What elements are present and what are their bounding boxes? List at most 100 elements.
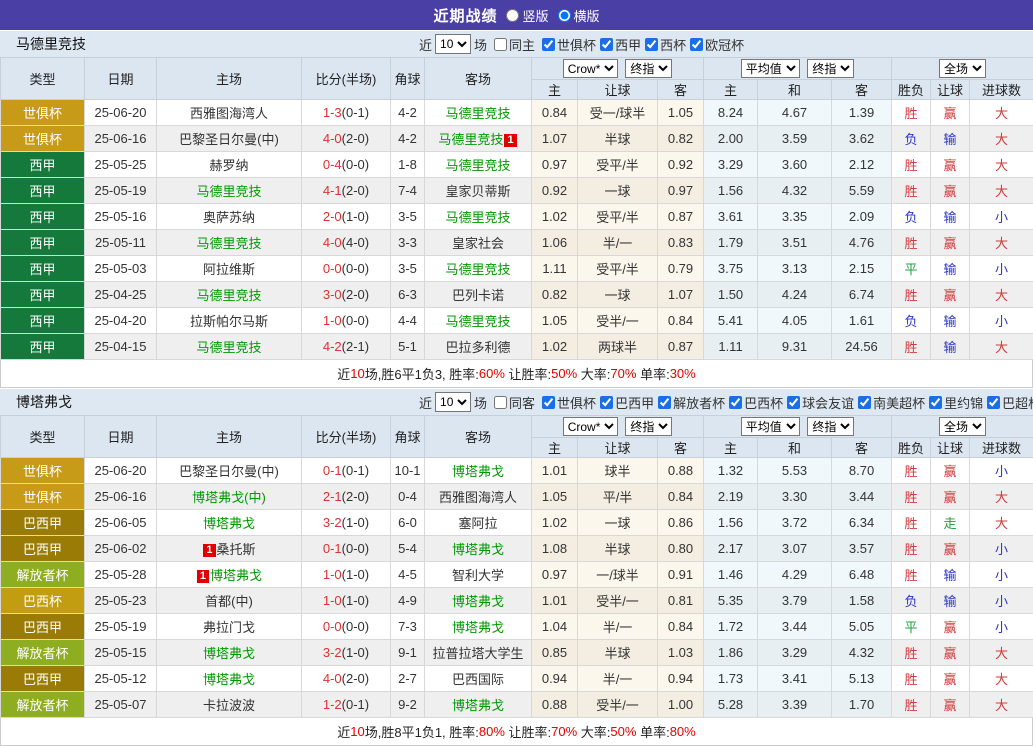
euro-draw-odds-cell: 4.24 bbox=[758, 282, 832, 308]
asia-away-odds-cell: 0.79 bbox=[658, 256, 704, 282]
league-filter[interactable]: 世俱杯 bbox=[538, 393, 596, 412]
league-checkbox[interactable] bbox=[987, 396, 1000, 409]
col-euro-draw: 和 bbox=[758, 80, 832, 100]
match-count-select[interactable]: 10 bbox=[435, 392, 471, 412]
home-team-cell: 赫罗纳 bbox=[157, 152, 302, 178]
team-name-text: 西雅图海湾人 bbox=[190, 106, 268, 121]
league-filter[interactable]: 世俱杯 bbox=[538, 35, 596, 54]
team-name-text: 巴列卡诺 bbox=[452, 288, 504, 303]
team-name-text: 拉斯帕尔马斯 bbox=[190, 314, 268, 329]
goals-result-cell: 大 bbox=[970, 640, 1033, 666]
corner-cell: 4-2 bbox=[391, 100, 425, 126]
asia-away-odds-cell: 0.92 bbox=[658, 152, 704, 178]
layout-option-vertical[interactable]: 竖版 bbox=[506, 6, 548, 25]
col-asia-handicap: 让球 bbox=[578, 80, 658, 100]
date-cell: 25-06-02 bbox=[85, 536, 157, 562]
league-cell: 西甲 bbox=[1, 204, 85, 230]
result-cell: 胜 bbox=[892, 510, 931, 536]
col-asia-away: 客 bbox=[658, 80, 704, 100]
league-filter[interactable]: 西甲 bbox=[596, 35, 641, 54]
col-type: 类型 bbox=[1, 58, 85, 100]
date-cell: 25-05-25 bbox=[85, 152, 157, 178]
goals-result-cell: 大 bbox=[970, 666, 1033, 692]
same-side-filter[interactable]: 同客 bbox=[490, 393, 535, 412]
asia-home-odds-cell: 1.02 bbox=[532, 204, 578, 230]
scope-select[interactable]: 全场 bbox=[939, 59, 986, 78]
goals-result-cell: 小 bbox=[970, 308, 1033, 334]
league-filter[interactable]: 里约锦 bbox=[925, 393, 983, 412]
asia-handicap-cell: 受平/半 bbox=[578, 256, 658, 282]
euro-odds-group: 平均值 终指 bbox=[704, 58, 892, 80]
average-select[interactable]: 平均值 bbox=[741, 59, 800, 78]
halftime-score: (2-0) bbox=[342, 131, 369, 146]
corner-cell: 3-5 bbox=[391, 256, 425, 282]
league-filter[interactable]: 欧冠杯 bbox=[686, 35, 744, 54]
euro-draw-odds-cell: 3.39 bbox=[758, 692, 832, 718]
same-side-checkbox[interactable] bbox=[494, 38, 507, 51]
league-label: 巴西甲 bbox=[615, 393, 654, 412]
layout-option-horizontal[interactable]: 横版 bbox=[558, 6, 600, 25]
league-checkbox[interactable] bbox=[929, 396, 942, 409]
col-euro-draw: 和 bbox=[758, 438, 832, 458]
result-cell: 负 bbox=[892, 308, 931, 334]
league-filter[interactable]: 南美超杯 bbox=[854, 393, 925, 412]
home-team-cell: 马德里竞技 bbox=[157, 282, 302, 308]
euro-draw-odds-cell: 3.44 bbox=[758, 614, 832, 640]
league-label: 世俱杯 bbox=[557, 35, 596, 54]
handicap-result-cell: 输 bbox=[931, 562, 970, 588]
league-filter[interactable]: 西杯 bbox=[641, 35, 686, 54]
league-filter[interactable]: 球会友谊 bbox=[783, 393, 854, 412]
bookmaker-select[interactable]: Crow* bbox=[563, 59, 618, 78]
horizontal-layout-radio[interactable] bbox=[558, 9, 571, 22]
asia-handicap-cell: 受平/半 bbox=[578, 204, 658, 230]
match-count-select[interactable]: 10 bbox=[435, 34, 471, 54]
league-filter[interactable]: 巴超杯 bbox=[983, 393, 1033, 412]
col-goals: 进球数 bbox=[970, 80, 1033, 100]
league-checkbox[interactable] bbox=[542, 396, 555, 409]
team-name-text: 赫罗纳 bbox=[209, 158, 248, 173]
league-checkbox[interactable] bbox=[690, 38, 703, 51]
halftime-score: (2-0) bbox=[342, 489, 369, 504]
same-side-checkbox[interactable] bbox=[494, 396, 507, 409]
league-filters: 世俱杯巴西甲解放者杯巴西杯球会友谊南美超杯里约锦巴超杯 bbox=[538, 393, 1033, 412]
halftime-score: (0-0) bbox=[342, 157, 369, 172]
away-team-cell: 智利大学 bbox=[425, 562, 532, 588]
league-checkbox[interactable] bbox=[658, 396, 671, 409]
card-badge: 1 bbox=[504, 134, 516, 147]
league-checkbox[interactable] bbox=[645, 38, 658, 51]
asia-odds-time-select[interactable]: 终指 bbox=[625, 59, 672, 78]
euro-away-odds-cell: 1.61 bbox=[832, 308, 892, 334]
halftime-score: (0-0) bbox=[342, 619, 369, 634]
league-filter[interactable]: 巴西杯 bbox=[725, 393, 783, 412]
goals-result-cell: 大 bbox=[970, 692, 1033, 718]
away-team-cell: 巴西国际 bbox=[425, 666, 532, 692]
vertical-layout-radio[interactable] bbox=[506, 9, 519, 22]
euro-odds-time-select[interactable]: 终指 bbox=[807, 59, 854, 78]
league-checkbox[interactable] bbox=[600, 396, 613, 409]
league-filter[interactable]: 解放者杯 bbox=[654, 393, 725, 412]
league-checkbox[interactable] bbox=[729, 396, 742, 409]
euro-odds-time-select[interactable]: 终指 bbox=[807, 417, 854, 436]
goals-result-cell: 小 bbox=[970, 204, 1033, 230]
corner-cell: 5-1 bbox=[391, 334, 425, 360]
match-row: 世俱杯25-06-20西雅图海湾人1-3(0-1)4-2马德里竞技0.84受一/… bbox=[1, 100, 1033, 126]
league-checkbox[interactable] bbox=[787, 396, 800, 409]
asia-away-odds-cell: 0.87 bbox=[658, 204, 704, 230]
league-filter[interactable]: 巴西甲 bbox=[596, 393, 654, 412]
league-cell: 解放者杯 bbox=[1, 692, 85, 718]
team-name-text: 博塔弗戈 bbox=[210, 568, 262, 583]
league-checkbox[interactable] bbox=[600, 38, 613, 51]
scope-select[interactable]: 全场 bbox=[939, 417, 986, 436]
league-checkbox[interactable] bbox=[858, 396, 871, 409]
average-select[interactable]: 平均值 bbox=[741, 417, 800, 436]
goals-result-cell: 小 bbox=[970, 562, 1033, 588]
league-checkbox[interactable] bbox=[542, 38, 555, 51]
asia-odds-time-select[interactable]: 终指 bbox=[625, 417, 672, 436]
col-handicap-result: 让球 bbox=[931, 80, 970, 100]
bookmaker-select[interactable]: Crow* bbox=[563, 417, 618, 436]
league-cell: 西甲 bbox=[1, 230, 85, 256]
euro-home-odds-cell: 1.86 bbox=[704, 640, 758, 666]
same-side-filter[interactable]: 同主 bbox=[490, 35, 535, 54]
corner-cell: 4-2 bbox=[391, 126, 425, 152]
team-section-2: 博塔弗戈 近 10 场 同客 世俱杯巴西甲解放者杯巴西杯球会友谊南美超杯里约锦巴… bbox=[0, 388, 1033, 746]
